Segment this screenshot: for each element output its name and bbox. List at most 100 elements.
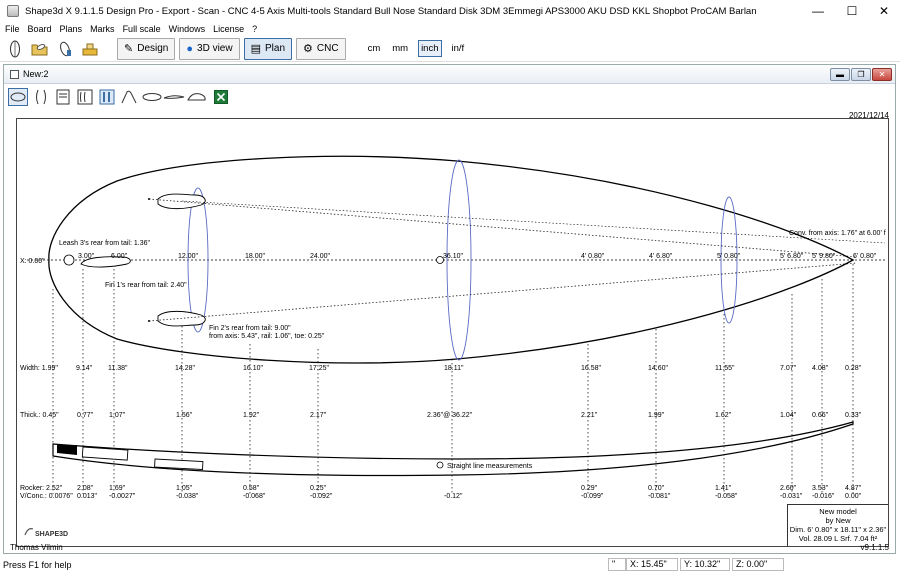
excel-export-icon[interactable] xyxy=(212,88,230,106)
design-icon: ✎ xyxy=(124,43,134,55)
svg-text:1.41": 1.41" xyxy=(715,485,732,492)
fin-toe-line-left xyxy=(148,198,858,258)
plan-icon: ▤ xyxy=(250,43,261,55)
svg-text:0.29": 0.29" xyxy=(581,485,598,492)
plan-mode-button[interactable]: ▤ Plan xyxy=(243,37,293,60)
svg-text:6' 0.80": 6' 0.80" xyxy=(853,253,877,260)
menu-board[interactable]: Board xyxy=(28,24,52,34)
status-marker: " xyxy=(608,558,626,571)
svg-text:2.21": 2.21" xyxy=(581,412,598,419)
document-title: New:2 xyxy=(23,69,49,79)
cnc-mode-button[interactable]: ⚙ CNC xyxy=(296,37,346,60)
svg-text:-0.068": -0.068" xyxy=(243,493,266,500)
open-folder-icon[interactable] xyxy=(31,39,49,59)
fin1-label: Fin 1's rear from tail: 2.40" xyxy=(105,282,187,289)
menu-marks[interactable]: Marks xyxy=(90,24,115,34)
svg-text:1.04": 1.04" xyxy=(780,412,797,419)
status-x: X: 15.45" xyxy=(626,558,678,571)
leash-plug xyxy=(63,254,75,266)
svg-text:0.70": 0.70" xyxy=(648,485,665,492)
svg-text:-0.099": -0.099" xyxy=(581,493,604,500)
import-icon[interactable] xyxy=(81,39,99,59)
svg-text:0.00": 0.00" xyxy=(845,493,862,500)
doc-close-button[interactable]: ✕ xyxy=(872,68,892,81)
author-name: Thomas Vilmin xyxy=(10,543,63,552)
svg-text:2.08": 2.08" xyxy=(77,485,94,492)
svg-text:-0.12": -0.12" xyxy=(444,493,463,500)
unit-cm[interactable]: cm xyxy=(366,41,383,56)
title-bar: Shape3d X 9.1.1.5 Design Pro - Export - … xyxy=(0,0,900,22)
svg-text:1.69": 1.69" xyxy=(109,485,126,492)
board-plan-svg: X: 0.00" Leash 3's rear from tail: 1.36"… xyxy=(20,155,886,538)
fin2-detail-label: from axis: 5.43", rail: 1.06", toe: 0.25… xyxy=(209,333,325,340)
fin-toe-line-right xyxy=(148,262,858,322)
straight-line-toggle-icon[interactable] xyxy=(436,461,444,469)
svg-text:1.07": 1.07" xyxy=(109,412,126,419)
window-title: Shape3d X 9.1.1.5 Design Pro - Export - … xyxy=(25,5,757,17)
svg-text:4' 6.80": 4' 6.80" xyxy=(649,253,673,260)
leash-label: Leash 3's rear from tail: 1.36" xyxy=(59,240,150,247)
svg-text:7.07": 7.07" xyxy=(780,365,797,372)
svg-text:14.60": 14.60" xyxy=(648,365,669,372)
svg-text:2.60": 2.60" xyxy=(780,485,797,492)
svg-text:11.55": 11.55" xyxy=(715,365,735,372)
svg-text:9.14": 9.14" xyxy=(76,365,93,372)
svg-text:0.66": 0.66" xyxy=(812,412,829,419)
menu-license[interactable]: License xyxy=(213,24,244,34)
view-toolbar xyxy=(8,86,234,108)
menu-full-scale[interactable]: Full scale xyxy=(123,24,161,34)
fins-view-icon[interactable] xyxy=(142,88,208,106)
conv-line xyxy=(181,200,886,244)
profile-view-icon[interactable] xyxy=(32,88,50,106)
unit-inch[interactable]: inch xyxy=(418,40,442,57)
unit-mm[interactable]: mm xyxy=(390,41,410,56)
svg-text:-0.031": -0.031" xyxy=(780,493,803,500)
rocker-view-icon[interactable] xyxy=(120,88,138,106)
version-label: v9.1.1.5 xyxy=(860,543,889,552)
svg-text:4' 0.80": 4' 0.80" xyxy=(581,253,605,260)
svg-text:SHAPE3D: SHAPE3D xyxy=(35,531,68,538)
design-mode-button[interactable]: ✎ Design xyxy=(117,37,176,60)
svg-text:0.28": 0.28" xyxy=(845,365,862,372)
menu-help[interactable]: ? xyxy=(252,24,257,34)
svg-text:0.58": 0.58" xyxy=(243,485,260,492)
svg-text:6.00": 6.00" xyxy=(111,253,128,260)
menu-plans[interactable]: Plans xyxy=(60,24,83,34)
menu-file[interactable]: File xyxy=(5,24,20,34)
plan-drawing: X: 0.00" Leash 3's rear from tail: 1.36"… xyxy=(16,118,889,547)
doc-minimize-button[interactable]: ▬ xyxy=(830,68,850,81)
slices-view-icon[interactable] xyxy=(76,88,94,106)
document-icon xyxy=(10,69,19,79)
svg-text:18.00": 18.00" xyxy=(245,253,266,260)
close-button[interactable]: ✕ xyxy=(868,0,900,22)
svg-text:4.08": 4.08" xyxy=(812,365,829,372)
svg-text:24.00": 24.00" xyxy=(310,253,331,260)
svg-text:1.62": 1.62" xyxy=(715,412,732,419)
sheet-view-icon[interactable] xyxy=(54,88,72,106)
maximize-button[interactable]: ☐ xyxy=(836,0,868,22)
svg-text:5' 0.80": 5' 0.80" xyxy=(717,253,741,260)
doc-restore-button[interactable]: ❐ xyxy=(851,68,871,81)
stringer-view-icon[interactable] xyxy=(98,88,116,106)
minimize-button[interactable]: — xyxy=(802,0,834,22)
svg-text:18.11": 18.11" xyxy=(444,365,464,372)
svg-text:-0.016": -0.016" xyxy=(812,493,835,500)
svg-text:0.25": 0.25" xyxy=(310,485,327,492)
svg-text:Rocker: 2.52": Rocker: 2.52" xyxy=(20,485,63,492)
new-board-icon[interactable] xyxy=(6,39,24,59)
unit-in-f[interactable]: in/f xyxy=(450,41,467,56)
svg-text:1.92": 1.92" xyxy=(243,412,260,419)
svg-text:14.28": 14.28" xyxy=(175,365,196,372)
menu-windows[interactable]: Windows xyxy=(169,24,206,34)
svg-text:5' 9.80": 5' 9.80" xyxy=(812,253,836,260)
outline-view-icon[interactable] xyxy=(8,88,28,106)
svg-text:Width: 1.99": Width: 1.99" xyxy=(20,365,58,372)
save-icon[interactable] xyxy=(56,39,74,59)
summary-box: New model by New Dim. 6' 0.80" x 18.11" … xyxy=(787,504,888,546)
rocker-row: Rocker: 2.52" 2.08" 1.69" 1.05" 0.58" 0.… xyxy=(20,485,862,492)
svg-text:12.00": 12.00" xyxy=(178,253,199,260)
3d-view-mode-button[interactable]: ● 3D view xyxy=(179,37,240,60)
svg-text:Thick.: 0.45": Thick.: 0.45" xyxy=(20,412,59,419)
document-window: New:2 ▬ ❐ ✕ 2021/12/14 X: 0.00" Leash 3'… xyxy=(3,64,896,554)
svg-text:16.10": 16.10" xyxy=(243,365,264,372)
